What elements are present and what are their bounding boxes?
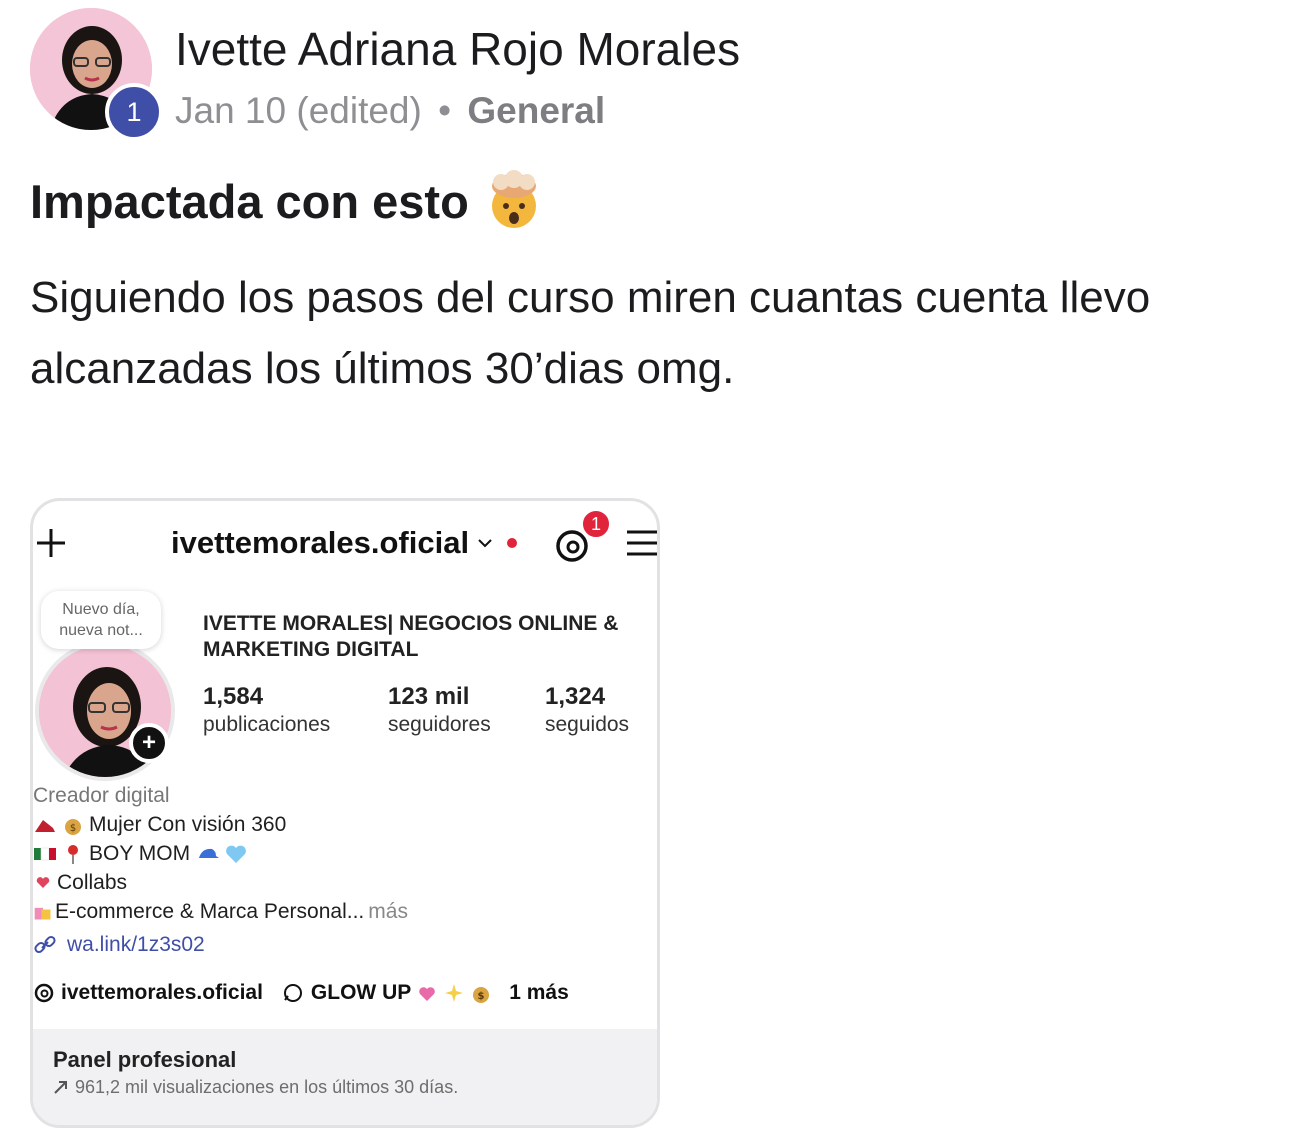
shopping-bags-icon: [34, 907, 51, 919]
add-story-icon[interactable]: +: [129, 723, 169, 763]
stat-label: publicaciones: [203, 713, 331, 736]
post-meta: Jan 10 (edited) • General: [175, 90, 605, 132]
bio-more-link[interactable]: más: [368, 897, 408, 926]
plus-icon[interactable]: [33, 525, 69, 561]
bio-line-3: Collabs: [57, 871, 128, 894]
blue-heart-icon: [226, 845, 247, 863]
stat-posts[interactable]: 1,584 publicaciones: [203, 683, 330, 737]
meta-separator: •: [438, 90, 452, 131]
bio-link-line[interactable]: wa.link/1z3s02: [33, 930, 653, 959]
ig-bio: Creador digital $ Mujer Con visión 360 B…: [33, 781, 653, 959]
threads-handle[interactable]: ivettemorales.oficial: [61, 981, 263, 1005]
chat-icon: [283, 984, 302, 1002]
threads-small-icon: [34, 983, 54, 1003]
sparkle-heart-icon: [419, 987, 436, 1001]
stat-label: seguidos: [545, 713, 630, 736]
heart-letter-icon: [36, 876, 50, 888]
panel-subtitle: 961,2 mil visualizaciones en los últimos…: [75, 1077, 459, 1097]
ig-username[interactable]: ivettemorales.oficial: [171, 525, 518, 561]
ig-top-bar: ivettemorales.oficial 1: [33, 501, 659, 581]
stat-value: 123 mil: [388, 683, 470, 710]
post-title: Impactada con esto: [30, 170, 545, 232]
post-title-text: Impactada con esto: [30, 174, 469, 228]
bio-line: E-commerce & Marca Personal... más: [33, 897, 653, 926]
author-avatar-wrap[interactable]: 1: [30, 8, 163, 141]
author-name[interactable]: Ivette Adriana Rojo Morales: [175, 22, 740, 76]
post-category[interactable]: General: [467, 90, 605, 131]
notification-badge: 1: [581, 509, 611, 539]
cap-icon: [199, 848, 220, 858]
post-date: Jan 10 (edited): [175, 90, 422, 131]
stat-followers[interactable]: 123 mil seguidores: [388, 683, 491, 737]
chevron-down-icon: [478, 539, 492, 548]
bio-line-2: BOY MOM: [89, 842, 191, 865]
stat-value: 1,584: [203, 683, 264, 710]
ig-display-name: IVETTE MORALES| NEGOCIOS ONLINE & MARKET…: [203, 612, 619, 661]
svg-text:$: $: [70, 823, 76, 834]
high-heel-icon: [35, 819, 55, 832]
bio-line-4: E-commerce & Marca Personal...: [55, 900, 365, 923]
sparkles-icon: [445, 984, 464, 1002]
bio-line: BOY MOM: [33, 839, 653, 868]
stat-value: 1,324: [545, 683, 606, 710]
level-badge: 1: [105, 83, 163, 141]
unread-dot: [507, 538, 518, 548]
bio-category: Creador digital: [33, 784, 170, 807]
hamburger-menu-icon[interactable]: [625, 528, 659, 558]
mexico-flag-icon: [34, 847, 56, 860]
svg-text:$: $: [478, 991, 485, 1002]
more-links[interactable]: 1 más: [509, 981, 569, 1005]
bio-line: Collabs: [33, 868, 653, 897]
professional-dashboard[interactable]: Panel profesional 961,2 mil visualizacio…: [33, 1029, 657, 1125]
bio-link[interactable]: wa.link/1z3s02: [67, 930, 205, 959]
exploding-head-emoji-icon: [491, 170, 536, 228]
attached-screenshot[interactable]: ivettemorales.oficial 1 Nuevo día, nueva…: [30, 498, 660, 1128]
threads-row: ivettemorales.oficial GLOW UP $ 1 más: [33, 981, 569, 1005]
link-icon: [34, 935, 56, 953]
bio-line: $ Mujer Con visión 360: [33, 810, 653, 839]
pin-icon: [68, 844, 78, 864]
panel-subtitle-row: 961,2 mil visualizaciones en los últimos…: [53, 1077, 458, 1098]
bio-category-line: Creador digital: [33, 781, 653, 810]
ig-username-text: ivettemorales.oficial: [171, 525, 470, 560]
panel-title: Panel profesional: [53, 1047, 237, 1072]
stat-label: seguidores: [388, 713, 491, 736]
highlight-label[interactable]: GLOW UP: [311, 981, 411, 1005]
money-bag-icon: $: [65, 818, 81, 835]
money-bag-icon: $: [473, 987, 490, 1003]
post-body: Siguiendo los pasos del curso miren cuan…: [30, 273, 1151, 393]
ig-note-bubble[interactable]: Nuevo día, nueva not...: [41, 591, 161, 649]
trend-arrow-icon: [54, 1081, 67, 1094]
post-header: 1 Ivette Adriana Rojo Morales Jan 10 (ed…: [30, 8, 1270, 143]
stat-following[interactable]: 1,324 seguidos: [545, 683, 629, 737]
bio-line-1: Mujer Con visión 360: [89, 813, 287, 836]
